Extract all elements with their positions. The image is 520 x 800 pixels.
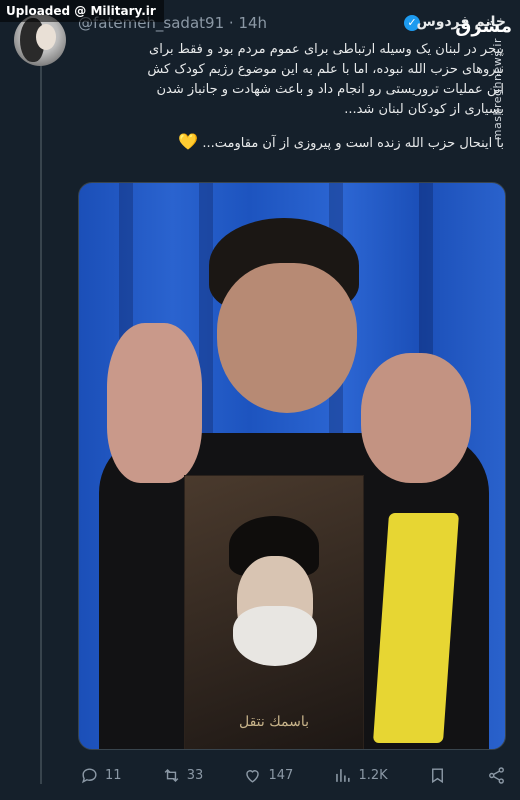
share-icon: [489, 766, 504, 784]
reply-icon: [81, 767, 97, 783]
bookmark-button[interactable]: [428, 766, 447, 785]
mashregh-watermark: مشرق mashreghnews.ir: [455, 16, 512, 166]
like-button[interactable]: 147: [243, 766, 293, 785]
thread-line: [40, 64, 42, 784]
child-face: [217, 263, 357, 413]
poster-calligraphy: باسمك نتقل: [238, 714, 310, 730]
body-line-1: پیجر در لبنان یک وسیله ارتباطی برای عموم…: [149, 42, 504, 57]
upload-banner: Uploaded @ Military.ir: [0, 0, 164, 22]
child-right-hand: [361, 353, 471, 483]
retweet-icon: [164, 768, 179, 782]
body-line-3: این عملیات تروریستی رو انجام داد و باعث …: [156, 82, 504, 97]
yellow-heart-icon: 💛: [178, 132, 199, 151]
tweet-actions: 11 33 147 1.2K: [80, 764, 506, 786]
timestamp[interactable]: 14h: [238, 14, 267, 32]
poster-beard: [233, 606, 317, 666]
share-button[interactable]: [487, 766, 506, 785]
watermark-url: mashreghnews.ir: [491, 38, 504, 141]
tweet-body: پیجر در لبنان یک وسیله ارتباطی برای عموم…: [84, 40, 504, 154]
avatar-face: [36, 24, 56, 50]
retweet-button[interactable]: 33: [162, 766, 204, 785]
reply-button[interactable]: 11: [80, 766, 122, 785]
views-count: 1.2K: [358, 767, 388, 783]
watermark-logo: مشرق: [455, 16, 512, 37]
body-line-2: نیروهای حزب الله نبوده، اما با علم به ای…: [147, 62, 504, 77]
like-count: 147: [268, 767, 294, 783]
bookmark-icon: [431, 767, 443, 783]
held-portrait-poster: باسمك نتقل: [184, 475, 364, 749]
views-button[interactable]: 1.2K: [333, 766, 388, 785]
analytics-icon: [336, 768, 351, 782]
retweet-count: 33: [186, 767, 204, 783]
heart-icon: [246, 769, 260, 783]
tweet-media-photo[interactable]: باسمك نتقل: [78, 182, 506, 750]
child-left-hand: [107, 323, 202, 483]
reply-count: 11: [105, 767, 122, 783]
body-line-5: با اینحال حزب الله زنده است و پیروزی از …: [202, 136, 504, 151]
